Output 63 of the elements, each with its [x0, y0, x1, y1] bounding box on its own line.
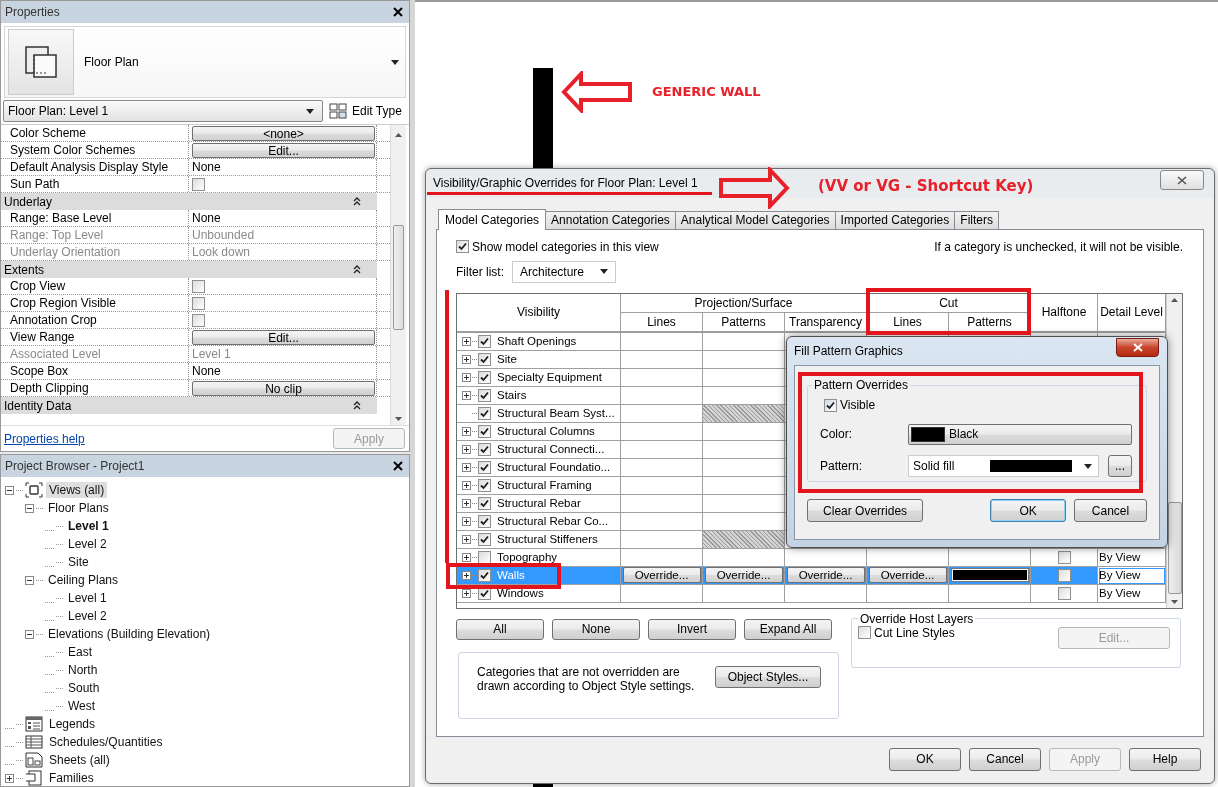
- category-name: Structural Rebar: [497, 497, 581, 510]
- category-name: Structural Beam Syst...: [497, 407, 615, 420]
- field-label: Color:: [820, 427, 853, 441]
- column-header: Lines: [621, 312, 703, 332]
- panel-title: Properties: [5, 5, 60, 19]
- category-name: Structural Framing: [497, 479, 592, 492]
- property-value: None: [192, 364, 221, 378]
- column-header: Visibility: [457, 293, 621, 332]
- category-name: Stairs: [497, 389, 527, 402]
- detail-level: By View: [1099, 551, 1141, 564]
- checkbox-label: Show model categories in this view: [472, 239, 659, 254]
- category-name: Walls: [497, 569, 525, 582]
- column-header: Lines: [867, 312, 949, 332]
- property-value: None: [192, 160, 221, 174]
- group-title: Pattern Overrides: [813, 378, 910, 392]
- property-label: Range: Top Level: [9, 228, 105, 242]
- checkbox-label: Visible: [840, 398, 876, 412]
- property-label: Color Scheme: [9, 126, 88, 140]
- checkbox-label: Cut Line Styles: [874, 625, 955, 640]
- category-name: Shaft Openings: [497, 335, 577, 348]
- hint-text: If a category is unchecked, it will not be visible.: [934, 239, 1183, 254]
- detail-level: By View: [1099, 569, 1141, 582]
- category-name: Structural Rebar Co...: [497, 515, 609, 528]
- category-name: Site: [497, 353, 517, 366]
- category-name: Specialty Equipment: [497, 371, 602, 384]
- column-header: Patterns: [703, 312, 785, 332]
- annotation-text: GENERIC WALL: [652, 84, 761, 99]
- annotation-text: (VV or VG - Shortcut Key): [818, 177, 1034, 195]
- property-label: Annotation Crop: [9, 313, 98, 327]
- property-value: Unbounded: [192, 228, 255, 242]
- property-label: Depth Clipping: [9, 381, 90, 395]
- column-header: Patterns: [949, 312, 1031, 332]
- column-header: Transparency: [785, 312, 867, 332]
- column-header: Halftone: [1031, 293, 1098, 332]
- property-label: Associated Level: [9, 347, 102, 361]
- property-label: System Color Schemes: [9, 143, 137, 157]
- property-label: Crop View: [9, 279, 67, 293]
- property-label: Sun Path: [9, 177, 61, 191]
- property-label: Crop Region Visible: [9, 296, 117, 310]
- property-label: Default Analysis Display Style: [9, 160, 170, 174]
- category-name: Windows: [497, 587, 544, 600]
- category-name: Structural Stiffeners: [497, 533, 598, 546]
- category-name: Structural Columns: [497, 425, 595, 438]
- category-name: Structural Foundatio...: [497, 461, 611, 474]
- column-header: Cut: [867, 293, 1031, 313]
- category-name: Topography: [497, 551, 558, 564]
- dialog-title: Visibility/Graphic Overrides for Floor Plan: Level 1: [433, 176, 698, 191]
- property-value: Look down: [192, 245, 251, 259]
- column-header: Projection/Surface: [621, 293, 867, 313]
- property-label: Underlay Orientation: [9, 245, 122, 259]
- detail-level: By View: [1099, 587, 1141, 600]
- property-label: Scope Box: [9, 364, 70, 378]
- property-value: None: [192, 211, 221, 225]
- property-label: Range: Base Level: [9, 211, 113, 225]
- field-label: Pattern:: [820, 459, 864, 473]
- property-label: View Range: [9, 330, 76, 344]
- note-text: Categories that are not overridden are drawn according to Object Style settings.: [477, 664, 696, 693]
- panel-title: Project Browser - Project1: [5, 459, 145, 473]
- dialog-title: Fill Pattern Graphics: [794, 344, 903, 358]
- property-value: Level 1: [192, 347, 231, 361]
- field-label: Filter list:: [456, 264, 504, 279]
- category-name: Structural Connecti...: [497, 443, 605, 456]
- group-title: Override Host Layers: [859, 611, 975, 626]
